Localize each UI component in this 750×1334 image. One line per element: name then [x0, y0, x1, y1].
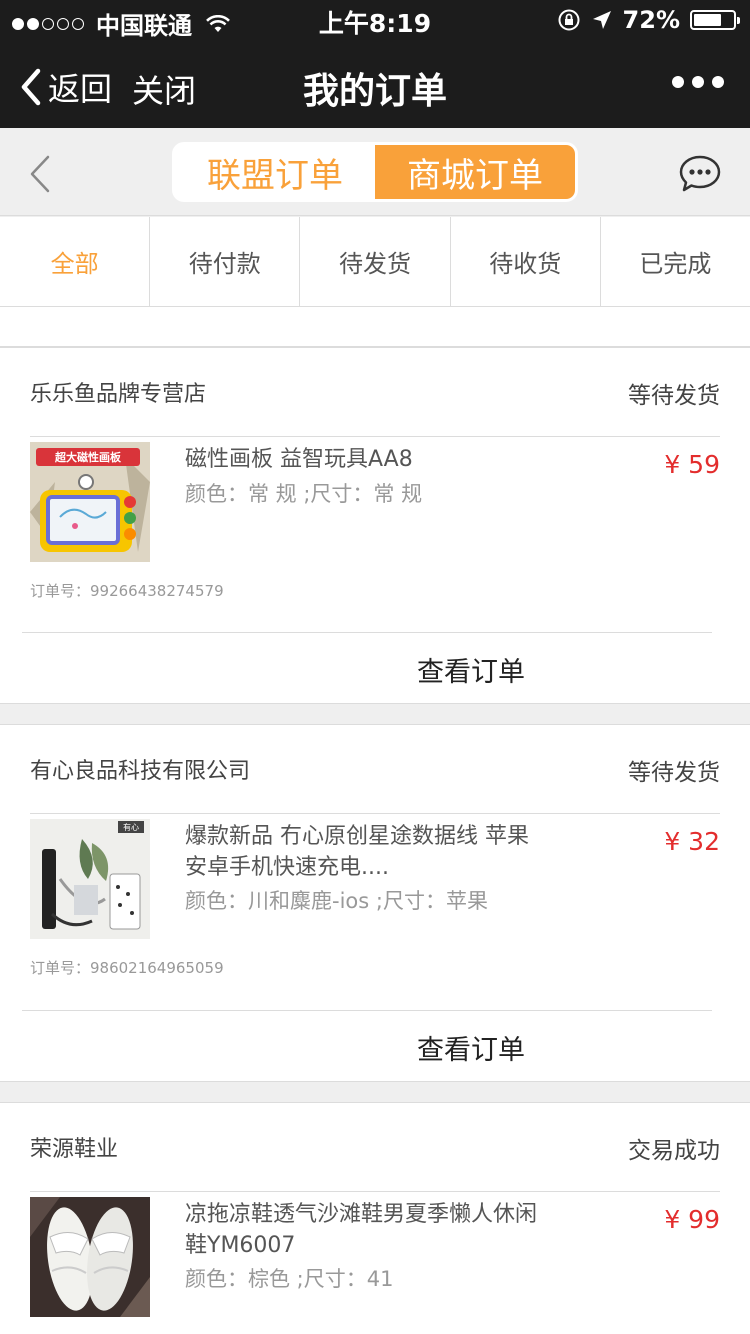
- chevron-left-icon[interactable]: [28, 154, 52, 194]
- product-name[interactable]: 磁性画板 益智玩具AA8: [185, 444, 545, 475]
- divider: [30, 1191, 720, 1192]
- view-order-button[interactable]: 查看订单: [0, 1012, 750, 1082]
- product-price: ¥ 99: [664, 1205, 720, 1234]
- list-spacer: [0, 307, 750, 347]
- product-thumbnail[interactable]: 超大磁性画板: [30, 442, 150, 562]
- order-card: 乐乐鱼品牌专营店 等待发货 超大磁性画板 磁性画板 益智玩具AA8 颜色：常 规…: [0, 347, 750, 704]
- product-thumbnail[interactable]: [30, 1197, 150, 1317]
- view-order-button[interactable]: 查看订单: [0, 634, 750, 704]
- product-attributes: 颜色：棕色 ;尺寸：41: [185, 1267, 394, 1291]
- product-thumbnail[interactable]: 有心: [30, 819, 150, 939]
- segment-mall-orders[interactable]: 商城订单: [375, 145, 575, 199]
- tab-pending-receipt[interactable]: 待收货: [451, 217, 601, 306]
- order-card: 有心良品科技有限公司 等待发货 有心 爆款新品 冇心原创星途数据线 苹果安卓手机…: [0, 724, 750, 1082]
- rotation-lock-icon: [558, 9, 580, 31]
- battery-percent: 72%: [622, 6, 680, 34]
- product-attributes: 颜色：常 规 ;尺寸：常 规: [185, 482, 423, 506]
- divider: [30, 813, 720, 814]
- order-status: 交易成功: [628, 1138, 720, 1164]
- order-number: 订单号：99266438274579: [30, 582, 224, 600]
- status-filter-tabs: 全部 待付款 待发货 待收货 已完成: [0, 217, 750, 307]
- product-attributes: 颜色：川和麋鹿-ios ;尺寸：苹果: [185, 889, 488, 913]
- chat-icon[interactable]: [678, 154, 722, 194]
- tab-pending-payment[interactable]: 待付款: [150, 217, 301, 306]
- order-status: 等待发货: [628, 383, 720, 409]
- divider: [30, 436, 720, 437]
- status-right: 72%: [557, 6, 740, 34]
- product-price: ¥ 32: [664, 827, 720, 856]
- product-name[interactable]: 爆款新品 冇心原创星途数据线 苹果安卓手机快速充电....: [185, 821, 545, 883]
- more-icon[interactable]: [672, 76, 724, 88]
- shop-name[interactable]: 乐乐鱼品牌专营店: [30, 376, 206, 408]
- nav-bar: 返回 关闭 我的订单: [0, 40, 750, 128]
- divider: [22, 1010, 712, 1011]
- order-status: 等待发货: [628, 760, 720, 786]
- segment-header: 联盟订单 商城订单: [0, 128, 750, 216]
- thumb-label: 超大磁性画板: [54, 450, 122, 464]
- segment-alliance-orders[interactable]: 联盟订单: [175, 145, 375, 199]
- order-type-switch: 联盟订单 商城订单: [172, 142, 578, 202]
- divider: [22, 632, 712, 633]
- battery-icon: [690, 10, 740, 30]
- tab-all[interactable]: 全部: [0, 217, 151, 306]
- order-number: 订单号：98602164965059: [30, 959, 224, 977]
- shop-name[interactable]: 荣源鞋业: [30, 1131, 118, 1163]
- tab-pending-shipment[interactable]: 待发货: [300, 217, 451, 306]
- product-name[interactable]: 凉拖凉鞋透气沙滩鞋男夏季懒人休闲鞋YM6007: [185, 1199, 545, 1261]
- shop-name[interactable]: 有心良品科技有限公司: [30, 753, 250, 785]
- location-arrow-icon: [592, 11, 611, 29]
- page-title: 我的订单: [302, 71, 447, 112]
- thumb-label: 有心: [123, 822, 139, 832]
- status-bar: 中国联通 上午8:19 72%: [0, 0, 750, 40]
- order-card: 荣源鞋业 交易成功 凉拖凉鞋透气沙滩鞋男夏季懒人休闲鞋YM6007 颜色：棕色 …: [0, 1102, 750, 1334]
- tab-completed[interactable]: 已完成: [601, 217, 750, 306]
- product-price: ¥ 59: [664, 450, 720, 479]
